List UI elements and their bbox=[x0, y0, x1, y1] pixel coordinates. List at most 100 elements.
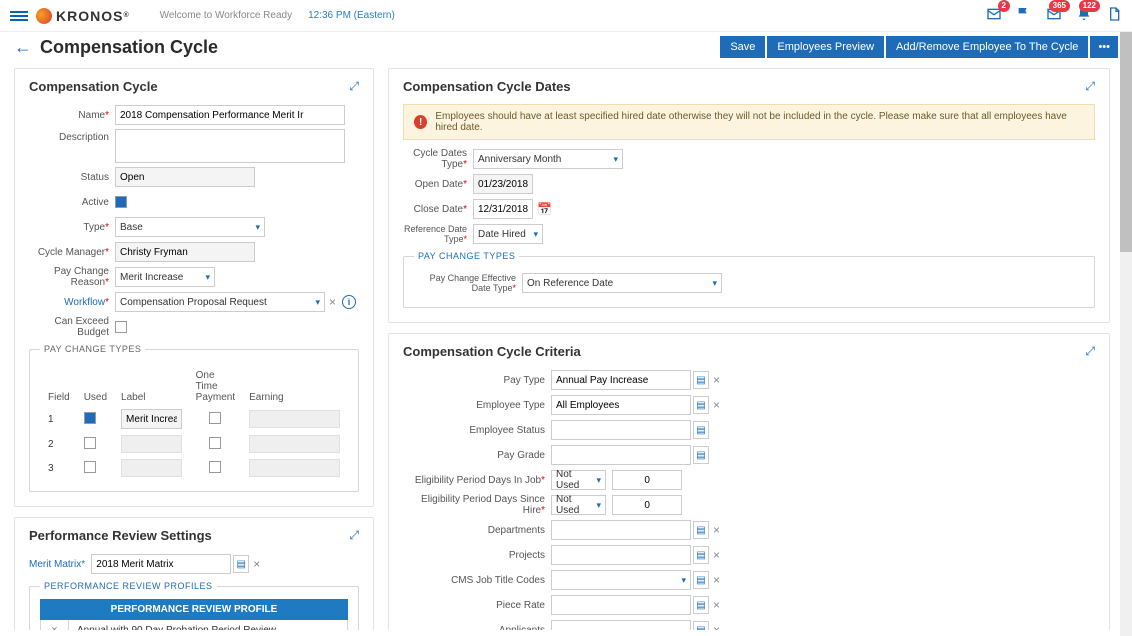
otp-checkbox[interactable] bbox=[209, 412, 221, 424]
merit-matrix-link[interactable]: Merit Matrix* bbox=[29, 559, 85, 570]
pct-label-input[interactable] bbox=[121, 409, 182, 429]
card-title: Compensation Cycle Dates bbox=[403, 79, 571, 94]
applicants-input[interactable] bbox=[551, 620, 691, 630]
exceed-label: Can Exceed Budget bbox=[29, 316, 115, 338]
clear-icon[interactable]: × bbox=[713, 373, 720, 387]
manager-field bbox=[115, 242, 255, 262]
lookup-icon[interactable]: ▤ bbox=[693, 621, 709, 630]
lookup-icon[interactable]: ▤ bbox=[693, 546, 709, 564]
mail-badge: 2 bbox=[998, 0, 1010, 12]
emptype-input[interactable] bbox=[551, 395, 691, 415]
topbar: KRONOS® Welcome to Workforce Ready 12:36… bbox=[0, 0, 1132, 32]
lookup-icon[interactable]: ▤ bbox=[693, 596, 709, 614]
expand-icon[interactable]: ⤢ bbox=[1085, 344, 1095, 359]
card-title: Compensation Cycle bbox=[29, 79, 158, 94]
performance-review-card: Performance Review Settings ⤢ Merit Matri… bbox=[14, 517, 374, 630]
workflow-info-icon[interactable]: i bbox=[342, 295, 356, 309]
active-checkbox[interactable] bbox=[115, 196, 127, 208]
elig-job-select[interactable]: Not Used bbox=[551, 470, 606, 490]
workflow-clear-icon[interactable]: × bbox=[329, 295, 336, 309]
profile-column-header: PERFORMANCE REVIEW PROFILE bbox=[40, 599, 348, 620]
bell-badge: 122 bbox=[1079, 0, 1100, 12]
cycle-dates-type-select[interactable]: Anniversary Month bbox=[473, 149, 623, 169]
page-title: Compensation Cycle bbox=[40, 37, 218, 58]
compensation-cycle-card: Compensation Cycle⤢ Name Description Sta… bbox=[14, 68, 374, 507]
flag-icon[interactable] bbox=[1016, 6, 1032, 25]
alert-banner: !Employees should have at least specifie… bbox=[403, 104, 1095, 140]
empstatus-input[interactable] bbox=[551, 420, 691, 440]
page-header: ← Compensation Cycle Save Employees Prev… bbox=[0, 32, 1132, 58]
expand-icon[interactable]: ⤢ bbox=[349, 79, 359, 94]
scrollbar[interactable] bbox=[1120, 32, 1132, 636]
lookup-icon[interactable]: ▤ bbox=[693, 421, 709, 439]
pay-change-types-fieldset: PAY CHANGE TYPES Field Used Label One Ti… bbox=[29, 344, 359, 492]
used-checkbox[interactable] bbox=[84, 437, 96, 449]
lookup-icon[interactable]: ▤ bbox=[693, 571, 709, 589]
name-input[interactable] bbox=[115, 105, 345, 125]
employees-preview-button[interactable]: Employees Preview bbox=[767, 36, 884, 58]
workflow-select[interactable]: Compensation Proposal Request bbox=[115, 292, 325, 312]
lookup-icon[interactable]: ▤ bbox=[693, 371, 709, 389]
cms-select[interactable] bbox=[551, 570, 691, 590]
profile-name: Annual with 90 Day Probation Period Revi… bbox=[69, 621, 284, 631]
departments-input[interactable] bbox=[551, 520, 691, 540]
clear-icon[interactable]: × bbox=[713, 398, 720, 412]
profile-remove-icon[interactable]: × bbox=[41, 620, 69, 630]
paytype-input[interactable] bbox=[551, 370, 691, 390]
active-label: Active bbox=[29, 197, 115, 208]
expand-icon[interactable]: ⤢ bbox=[349, 528, 359, 543]
close-date-input[interactable] bbox=[473, 199, 533, 219]
clear-icon[interactable]: × bbox=[713, 573, 720, 587]
elig-hire-select[interactable]: Not Used bbox=[551, 495, 606, 515]
lookup-icon[interactable]: ▤ bbox=[693, 521, 709, 539]
mail2-icon[interactable]: 365 bbox=[1046, 6, 1062, 25]
hamburger-menu[interactable] bbox=[10, 9, 28, 23]
open-date-label: Open Date bbox=[403, 179, 473, 190]
used-checkbox[interactable] bbox=[84, 412, 96, 424]
used-checkbox[interactable] bbox=[84, 461, 96, 473]
logo: KRONOS® bbox=[36, 8, 130, 24]
paygrade-input[interactable] bbox=[551, 445, 691, 465]
elig-hire-value[interactable] bbox=[612, 495, 682, 515]
eff-date-type-select[interactable]: On Reference Date bbox=[522, 273, 722, 293]
workflow-label[interactable]: Workflow bbox=[29, 297, 115, 308]
bell-icon[interactable]: 122 bbox=[1076, 6, 1092, 25]
table-row: 2 bbox=[42, 433, 346, 455]
pct-legend: PAY CHANGE TYPES bbox=[40, 344, 145, 354]
clear-icon[interactable]: × bbox=[713, 523, 720, 537]
more-actions-button[interactable]: ••• bbox=[1090, 36, 1118, 58]
clear-icon[interactable]: × bbox=[713, 548, 720, 562]
clear-icon[interactable]: × bbox=[713, 623, 720, 630]
merit-matrix-input[interactable] bbox=[91, 554, 231, 574]
card-title: Performance Review Settings bbox=[29, 528, 212, 543]
projects-input[interactable] bbox=[551, 545, 691, 565]
close-date-label: Close Date bbox=[403, 204, 473, 215]
merit-clear-icon[interactable]: × bbox=[253, 557, 260, 571]
scrollbar-thumb[interactable] bbox=[1120, 32, 1132, 252]
mail2-badge: 365 bbox=[1049, 0, 1070, 12]
logo-mark bbox=[36, 8, 52, 24]
reason-select[interactable]: Merit Increase bbox=[115, 267, 215, 287]
expand-icon[interactable]: ⤢ bbox=[1085, 79, 1095, 94]
ref-date-type-select[interactable]: Date Hired bbox=[473, 224, 543, 244]
calendar-icon[interactable]: 📅 bbox=[537, 202, 552, 216]
type-select[interactable]: Base bbox=[115, 217, 265, 237]
table-row: 3 bbox=[42, 457, 346, 479]
lookup-icon[interactable]: ▤ bbox=[693, 396, 709, 414]
elig-job-value[interactable] bbox=[612, 470, 682, 490]
piecerate-input[interactable] bbox=[551, 595, 691, 615]
lookup-icon[interactable]: ▤ bbox=[693, 446, 709, 464]
exceed-checkbox[interactable] bbox=[115, 321, 127, 333]
save-button[interactable]: Save bbox=[720, 36, 765, 58]
back-arrow-icon[interactable]: ← bbox=[14, 37, 32, 58]
add-remove-employee-button[interactable]: Add/Remove Employee To The Cycle bbox=[886, 36, 1088, 58]
description-input[interactable] bbox=[115, 129, 345, 163]
clear-icon[interactable]: × bbox=[713, 598, 720, 612]
open-date bbox=[473, 174, 533, 194]
table-row: 1 bbox=[42, 407, 346, 431]
doc-icon[interactable] bbox=[1106, 6, 1122, 25]
merit-lookup-icon[interactable]: ▤ bbox=[233, 555, 249, 573]
card-title: Compensation Cycle Criteria bbox=[403, 344, 581, 359]
mail-icon[interactable]: 2 bbox=[986, 6, 1002, 25]
reason-label: Pay Change Reason bbox=[29, 266, 115, 288]
